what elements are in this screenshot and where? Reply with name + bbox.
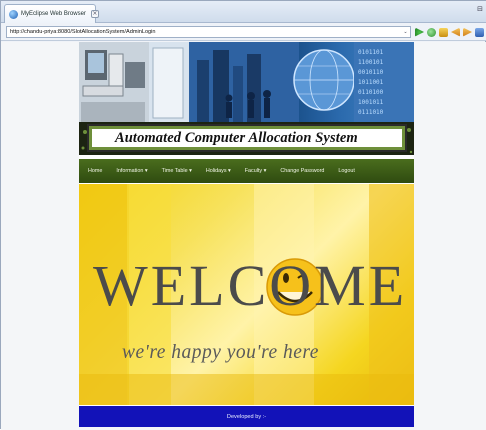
stop-icon[interactable]: [475, 27, 484, 37]
nav-faculty[interactable]: Faculty ▾: [245, 168, 267, 174]
main-nav: Home Information ▾ Time Table ▾ Holidays…: [79, 159, 414, 183]
site-container: 0101101 1100101 0010110 1011001 0110100 …: [79, 42, 414, 427]
site-title: Automated Computer Allocation System: [115, 129, 358, 146]
nav-home[interactable]: Home: [88, 168, 102, 174]
welcome-heading: WELCOME: [93, 253, 408, 318]
address-bar: http://chandu-priya:8080/SlotAllocationS…: [1, 23, 486, 41]
svg-text:1100101: 1100101: [358, 59, 384, 66]
nav-change-password[interactable]: Change Password: [280, 168, 324, 174]
back-icon[interactable]: [451, 27, 460, 37]
globe-icon: [9, 9, 18, 19]
url-text: http://chandu-priya:8080/SlotAllocationS…: [10, 29, 156, 35]
welcome-subtitle: we're happy you're here: [122, 342, 319, 363]
tab-label: MyEclipse Web Browser: [21, 11, 86, 17]
nav-time-table[interactable]: Time Table ▾: [162, 168, 192, 174]
site-footer: Developed by :-: [79, 406, 414, 427]
minimize-icon[interactable]: ⊟: [477, 5, 483, 13]
url-input[interactable]: http://chandu-priya:8080/SlotAllocationS…: [6, 26, 411, 38]
welcome-banner: WELCOME we're happy you're here: [79, 184, 414, 405]
url-dropdown-icon[interactable]: ⌄: [402, 28, 409, 36]
svg-text:1011001: 1011001: [358, 79, 384, 86]
favorites-icon[interactable]: [439, 27, 448, 37]
svg-text:0101101: 0101101: [358, 49, 384, 56]
svg-text:1001011: 1001011: [358, 99, 384, 106]
svg-text:0110100: 0110100: [358, 89, 384, 96]
site-title-box: Automated Computer Allocation System: [87, 124, 407, 152]
nav-holidays[interactable]: Holidays ▾: [206, 168, 231, 174]
tab-myeclipse-browser[interactable]: MyEclipse Web Browser ×: [4, 4, 99, 23]
svg-text:0010110: 0010110: [358, 69, 384, 76]
browser-toolbar: [415, 26, 486, 38]
refresh-icon[interactable]: [427, 27, 436, 37]
tab-bar: MyEclipse Web Browser × ⊟: [1, 1, 486, 23]
forward-icon[interactable]: [463, 27, 472, 37]
tab-close-icon[interactable]: ×: [90, 10, 99, 18]
page-viewport: 0101101 1100101 0010110 1011001 0110100 …: [1, 42, 486, 430]
browser-window: MyEclipse Web Browser × ⊟ http://chandu-…: [0, 0, 486, 430]
nav-logout[interactable]: Logout: [338, 168, 355, 174]
header-banner: 0101101 1100101 0010110 1011001 0110100 …: [79, 42, 414, 155]
footer-text: Developed by :-: [226, 413, 267, 420]
nav-information[interactable]: Information ▾: [116, 168, 147, 174]
svg-text:0111010: 0111010: [358, 109, 384, 116]
go-icon[interactable]: [415, 27, 424, 37]
